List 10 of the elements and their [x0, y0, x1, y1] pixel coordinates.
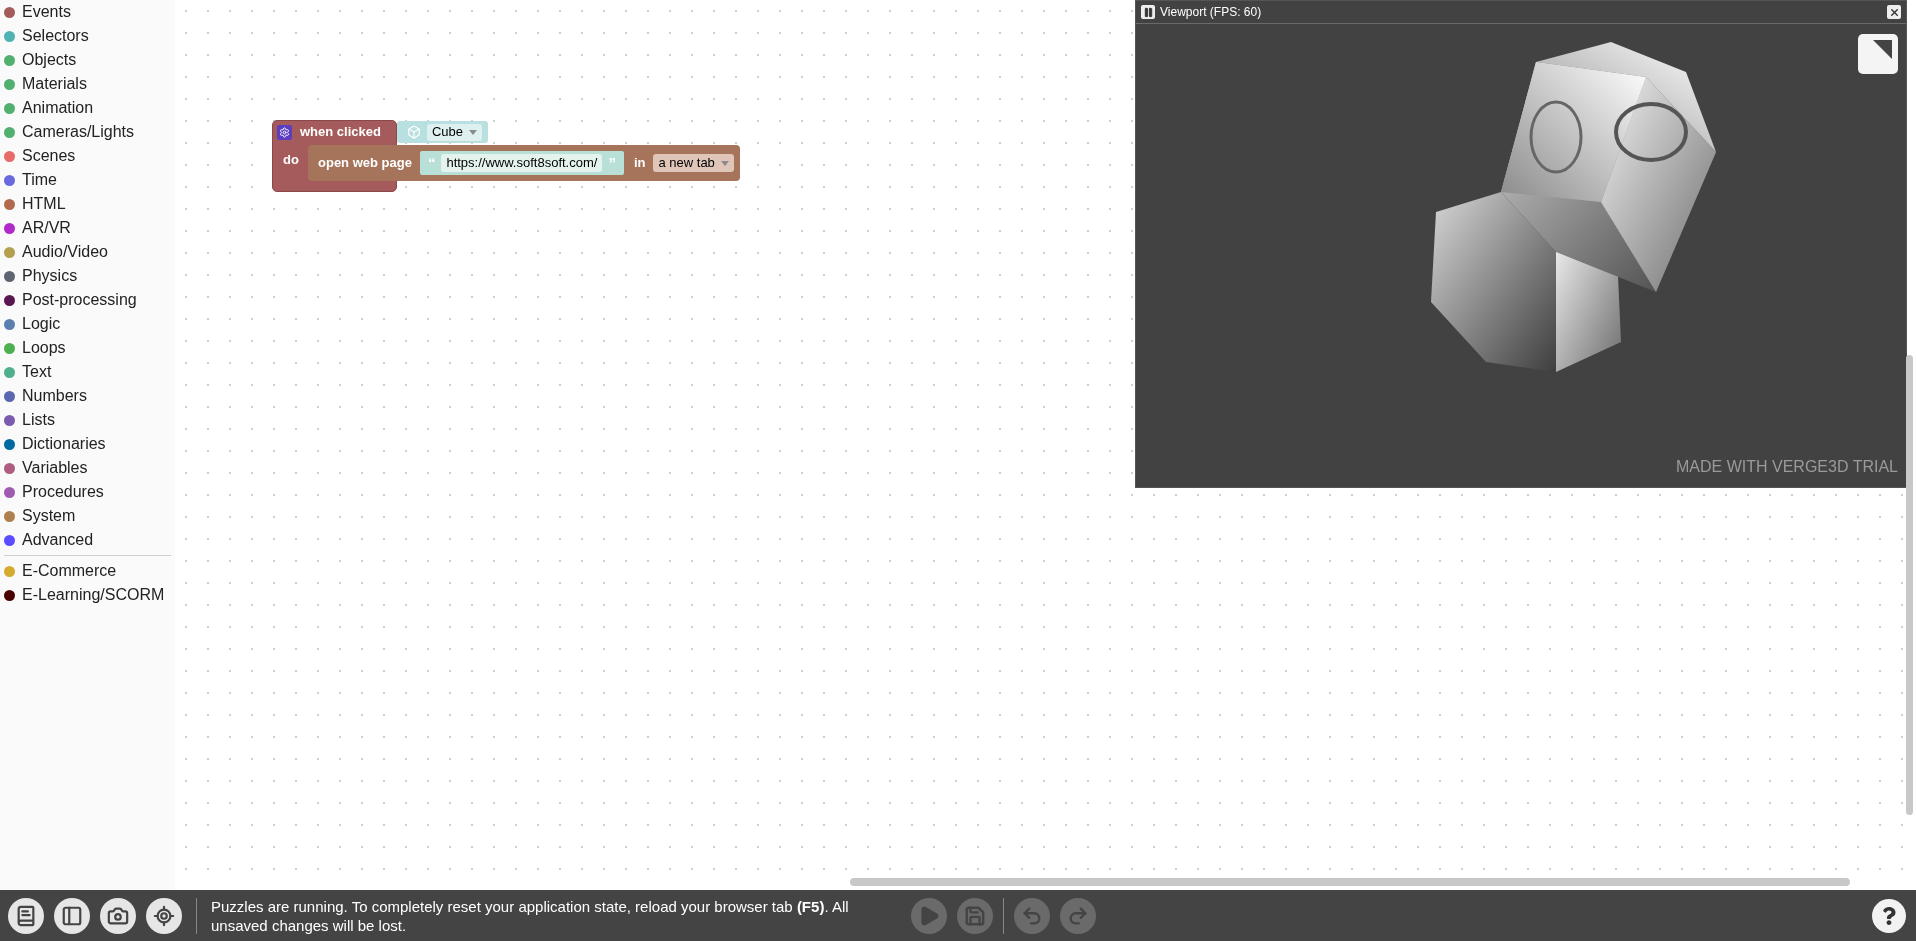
trial-watermark: MADE WITH VERGE3D TRIAL: [1676, 457, 1898, 477]
block-label: open web page: [318, 154, 412, 173]
url-value: https://www.soft8soft.com/: [441, 154, 603, 172]
open-quote: “: [427, 152, 436, 173]
close-quote: ”: [608, 152, 616, 173]
viewport-title: Viewport (FPS: 60): [1160, 4, 1262, 21]
status-message: Puzzles are running. To completely reset your application state, reload your browser tab (F5). All unsaved changes will be lost.: [211, 896, 850, 935]
block-label: when clicked: [300, 123, 381, 142]
block-label: in: [633, 154, 646, 173]
do-label: do: [283, 151, 299, 169]
